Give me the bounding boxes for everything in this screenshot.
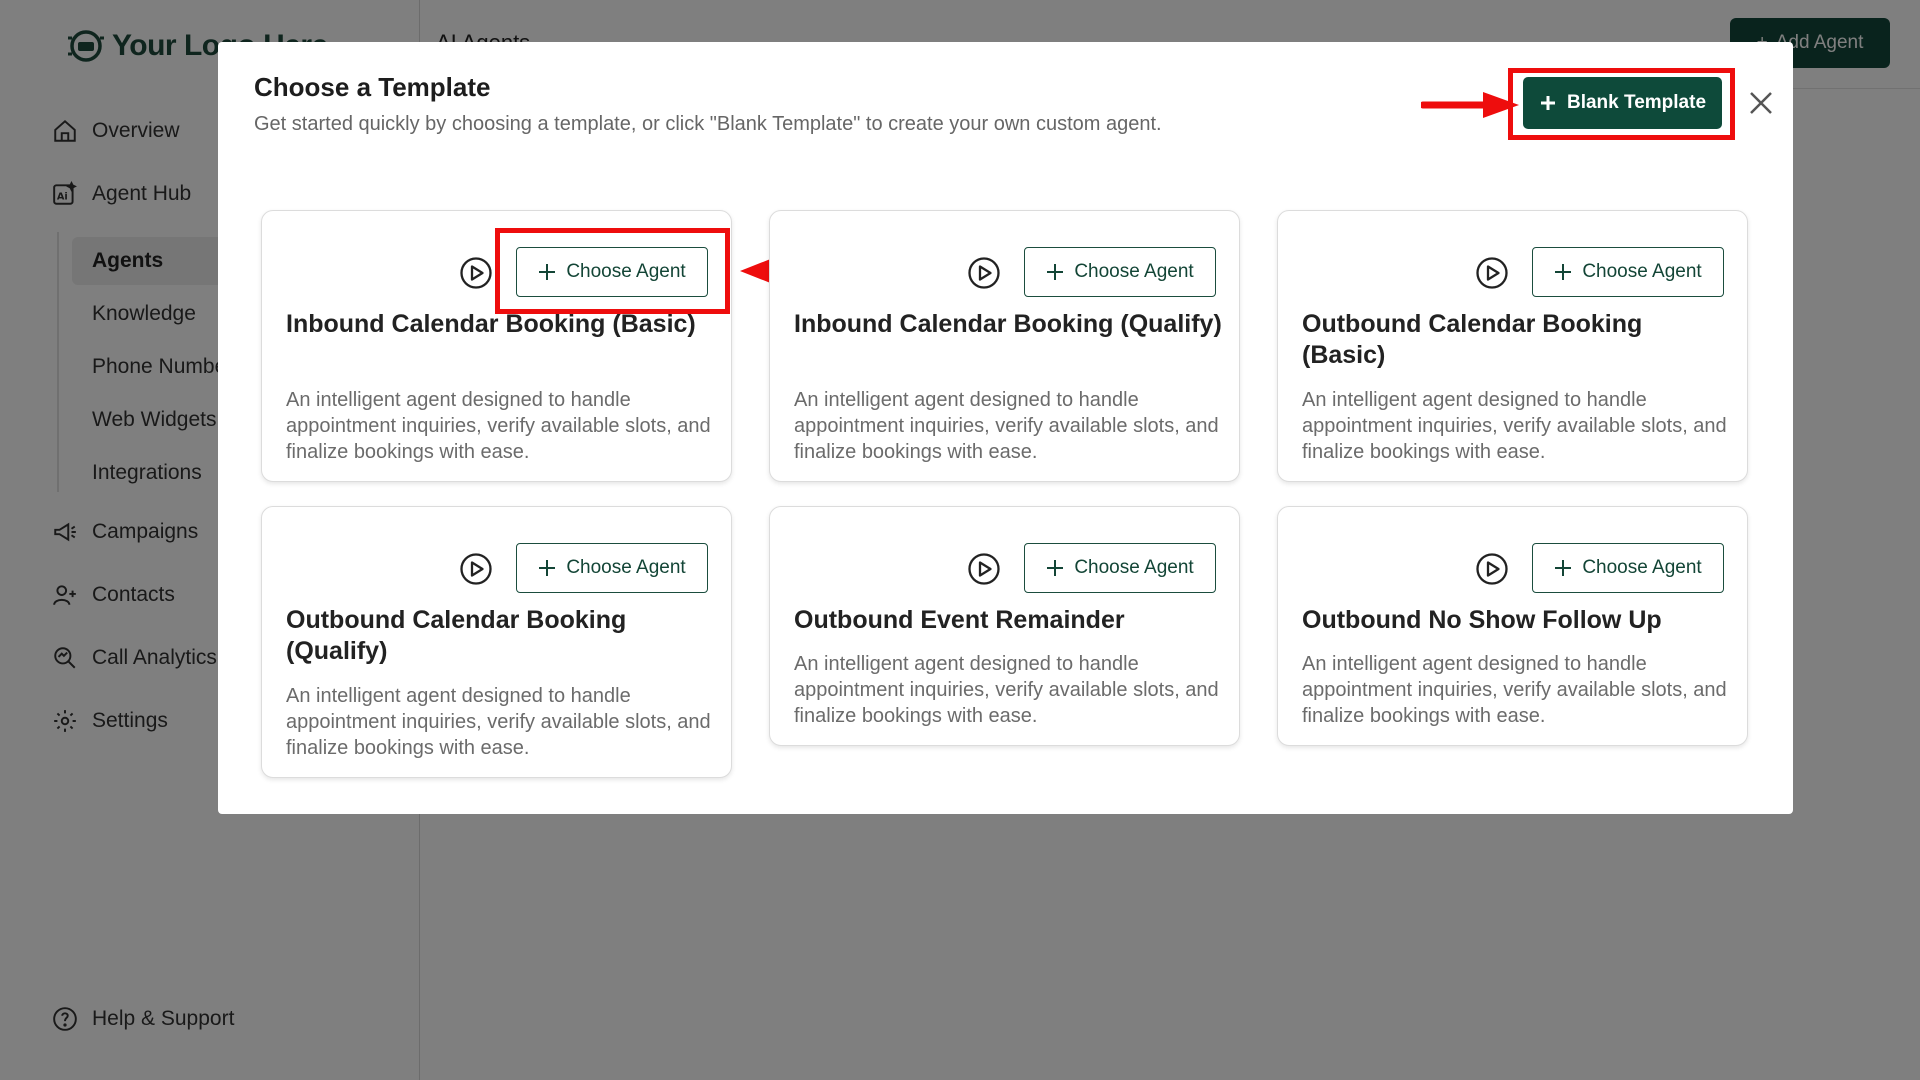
template-card[interactable]: Choose Agent Outbound Event Remainder An…	[769, 506, 1240, 746]
plus-icon	[1047, 264, 1064, 280]
play-icon[interactable]	[967, 552, 1001, 586]
template-title: Outbound No Show Follow Up	[1302, 606, 1662, 634]
template-card[interactable]: Choose Agent Outbound No Show Follow Up …	[1277, 506, 1748, 746]
highlight-box	[495, 228, 730, 314]
play-icon[interactable]	[459, 552, 493, 586]
blank-template-label: Blank Template	[1566, 92, 1707, 113]
modal-title: Choose a Template	[254, 72, 491, 102]
choose-agent-button[interactable]: Choose Agent	[516, 543, 708, 593]
plus-icon	[1047, 560, 1064, 576]
template-description: An intelligent agent designed to handle …	[794, 389, 1219, 463]
plus-icon	[1540, 96, 1555, 110]
annotation-arrow-right	[1421, 92, 1519, 118]
choose-agent-button[interactable]: Choose Agent	[1532, 543, 1724, 593]
play-icon[interactable]	[459, 256, 493, 290]
play-icon[interactable]	[967, 256, 1001, 290]
play-icon[interactable]	[1475, 552, 1509, 586]
template-title: Outbound Calendar Booking (Basic)	[1302, 310, 1643, 369]
template-description: An intelligent agent designed to handle …	[1302, 653, 1727, 727]
plus-icon	[539, 560, 556, 576]
template-description: An intelligent agent designed to handle …	[286, 389, 711, 463]
choose-agent-button[interactable]: Choose Agent	[1024, 543, 1216, 593]
blank-template-button[interactable]: Blank Template	[1523, 77, 1722, 129]
choose-agent-label: Choose Agent	[566, 557, 686, 578]
plus-icon	[1555, 264, 1572, 280]
choose-agent-button[interactable]: Choose Agent	[1532, 247, 1724, 297]
choose-agent-button[interactable]: Choose Agent	[1024, 247, 1216, 297]
template-title: Outbound Calendar Booking (Qualify)	[286, 606, 627, 665]
choose-agent-label: Choose Agent	[1074, 557, 1194, 578]
modal-subtitle: Get started quickly by choosing a templa…	[254, 113, 1162, 135]
plus-icon	[1555, 560, 1572, 576]
template-description: An intelligent agent designed to handle …	[1302, 389, 1727, 463]
template-description: An intelligent agent designed to handle …	[794, 653, 1219, 727]
choose-agent-label: Choose Agent	[1582, 261, 1702, 282]
template-card[interactable]: Choose Agent Outbound Calendar Booking (…	[1277, 210, 1748, 482]
template-title: Inbound Calendar Booking (Qualify)	[794, 310, 1222, 338]
template-card[interactable]: Choose Agent Inbound Calendar Booking (Q…	[769, 210, 1240, 482]
template-title: Outbound Event Remainder	[794, 606, 1125, 634]
choose-agent-label: Choose Agent	[1582, 557, 1702, 578]
template-card[interactable]: Choose Agent Outbound Calendar Booking (…	[261, 506, 732, 778]
close-icon[interactable]	[1745, 87, 1777, 119]
choose-agent-label: Choose Agent	[1074, 261, 1194, 282]
choose-template-modal: Choose a Template Get started quickly by…	[218, 42, 1793, 814]
play-icon[interactable]	[1475, 256, 1509, 290]
template-description: An intelligent agent designed to handle …	[286, 685, 711, 759]
